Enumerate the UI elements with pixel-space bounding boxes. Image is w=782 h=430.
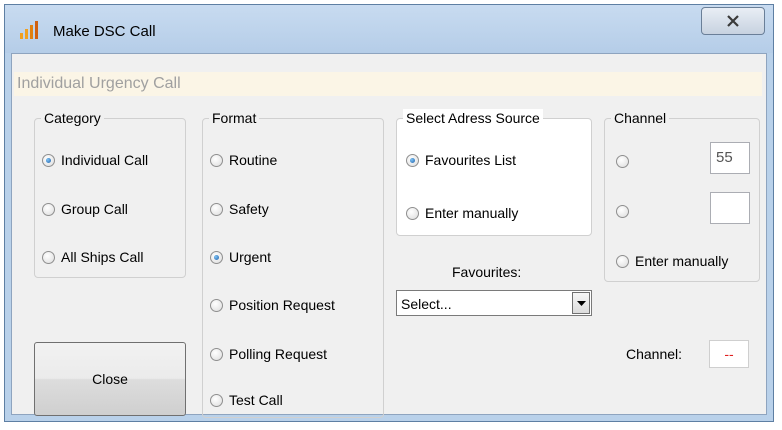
- radio-indicator: [210, 298, 223, 312]
- radio-test-call[interactable]: Test Call: [210, 392, 283, 408]
- radio-label: Position Request: [229, 297, 335, 313]
- dropdown-button[interactable]: [572, 292, 590, 314]
- channel-value-text: 55: [716, 149, 733, 166]
- radio-indicator: [210, 347, 223, 361]
- call-type-banner: Individual Urgency Call: [14, 72, 762, 96]
- chevron-down-icon: [577, 301, 586, 306]
- radio-label: Test Call: [229, 392, 283, 408]
- radio-indicator: [210, 202, 223, 216]
- radio-label: Favourites List: [425, 152, 517, 168]
- radio-label: Enter manually: [635, 253, 729, 269]
- radio-channel-enter-manually[interactable]: Enter manually: [616, 253, 728, 269]
- radio-enter-manually-address[interactable]: Enter manually: [406, 205, 518, 221]
- radio-channel-55[interactable]: [616, 155, 635, 168]
- radio-label: Routine: [229, 152, 278, 168]
- format-group-title: Format: [209, 109, 260, 127]
- window-title: Make DSC Call: [53, 23, 156, 40]
- channel-value-field-2[interactable]: [710, 192, 750, 224]
- radio-routine[interactable]: Routine: [210, 152, 277, 168]
- radio-all-ships-call[interactable]: All Ships Call: [42, 249, 143, 265]
- radio-indicator: [42, 250, 55, 264]
- close-icon: [727, 15, 739, 27]
- radio-label: Enter manually: [425, 205, 519, 221]
- address-source-group-title: Select Adress Source: [403, 109, 543, 127]
- radio-individual-call[interactable]: Individual Call: [42, 152, 148, 168]
- radio-safety[interactable]: Safety: [210, 201, 269, 217]
- favourites-selected-value: Select...: [401, 296, 452, 312]
- radio-polling-request[interactable]: Polling Request: [210, 346, 327, 362]
- favourites-label: Favourites:: [452, 264, 522, 280]
- radio-label: Polling Request: [229, 346, 328, 362]
- channel-value-field-1[interactable]: 55: [710, 142, 750, 174]
- dialog-client-area: Individual Urgency Call Category Individ…: [11, 53, 767, 418]
- category-group-title: Category: [41, 109, 104, 127]
- radio-indicator: [210, 153, 223, 167]
- radio-indicator: [42, 202, 55, 216]
- radio-label: Individual Call: [61, 152, 149, 168]
- radio-indicator: [616, 254, 629, 268]
- signal-bars-icon: [20, 21, 38, 39]
- title-bar: Make DSC Call: [5, 5, 773, 53]
- radio-label: Group Call: [61, 201, 128, 217]
- radio-indicator: [210, 250, 223, 264]
- dsc-call-window: Make DSC Call Individual Urgency Call Ca…: [4, 4, 774, 422]
- radio-indicator: [406, 206, 419, 220]
- close-button[interactable]: Close: [34, 342, 186, 416]
- radio-channel-custom[interactable]: [616, 205, 635, 218]
- radio-indicator: [42, 153, 55, 167]
- radio-label: Urgent: [229, 249, 272, 265]
- window-close-button[interactable]: [701, 7, 765, 35]
- radio-indicator: [616, 155, 629, 168]
- radio-indicator: [616, 205, 629, 218]
- radio-indicator: [210, 393, 223, 407]
- favourites-select[interactable]: Select...: [396, 290, 592, 316]
- radio-indicator: [406, 153, 419, 167]
- radio-label: All Ships Call: [61, 249, 144, 265]
- radio-favourites-list[interactable]: Favourites List: [406, 152, 516, 168]
- channel-group-title: Channel: [611, 109, 670, 127]
- radio-urgent[interactable]: Urgent: [210, 249, 271, 265]
- channel-readout-value: --: [709, 340, 749, 368]
- radio-position-request[interactable]: Position Request: [210, 297, 335, 313]
- channel-readout-label: Channel:: [626, 346, 683, 362]
- radio-group-call[interactable]: Group Call: [42, 201, 128, 217]
- radio-label: Safety: [229, 201, 269, 217]
